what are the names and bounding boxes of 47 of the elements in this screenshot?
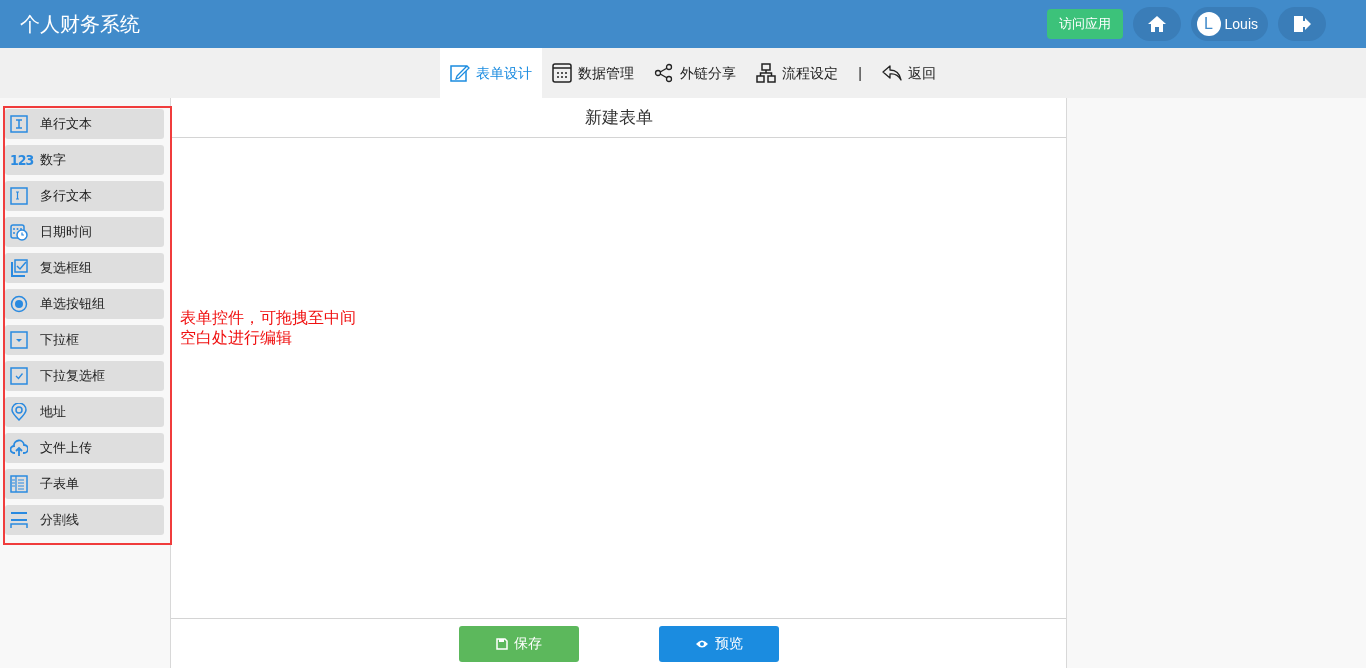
radio-button-icon xyxy=(10,295,28,313)
pencil-form-icon xyxy=(450,63,471,83)
preview-button[interactable]: 预览 xyxy=(659,625,779,662)
form-title: 新建表单 xyxy=(584,106,653,129)
logout-button[interactable] xyxy=(1278,7,1326,41)
control-palette-item[interactable]: 下拉复选框 xyxy=(5,361,164,391)
app-title: 个人财务系统 xyxy=(20,11,140,38)
control-palette-item[interactable]: 单行文本 xyxy=(5,109,164,139)
home-button[interactable] xyxy=(1132,7,1181,41)
control-palette-item[interactable]: 多行文本 xyxy=(5,181,164,211)
checkbox-stack-icon xyxy=(10,259,28,277)
nav-tab[interactable]: 外链分享 xyxy=(644,48,747,98)
control-palette-item[interactable]: 文件上传 xyxy=(5,433,164,463)
back-link[interactable]: 返回 xyxy=(871,48,946,98)
control-palette-item[interactable]: 复选框组 xyxy=(5,253,164,283)
control-palette-item[interactable]: 下拉框 xyxy=(5,325,164,355)
home-icon xyxy=(1146,15,1167,33)
hierarchy-icon xyxy=(756,63,777,83)
control-palette-item[interactable]: 分割线 xyxy=(5,505,164,535)
logout-icon xyxy=(1292,15,1312,33)
user-avatar: L xyxy=(1196,12,1221,36)
calendar-clock-icon xyxy=(10,223,28,241)
text-field-icon xyxy=(10,187,28,205)
nav-tab[interactable]: 表单设计 xyxy=(440,48,543,98)
reply-arrow-icon xyxy=(881,64,902,82)
checked-box-icon xyxy=(10,367,28,385)
nav-tab[interactable]: 数据管理 xyxy=(542,48,645,98)
nav-tab[interactable]: 流程设定 xyxy=(746,48,849,98)
map-pin-icon xyxy=(10,403,28,421)
user-name: Louis xyxy=(1224,14,1258,34)
control-palette-item[interactable]: 123 数字 xyxy=(5,145,164,175)
dropdown-icon xyxy=(10,331,28,349)
eye-icon xyxy=(695,638,709,649)
table-icon xyxy=(10,475,28,493)
nav-separator: | xyxy=(857,63,863,83)
control-palette-item[interactable]: 地址 xyxy=(5,397,164,427)
calculator-icon xyxy=(552,63,573,83)
control-palette-item[interactable]: 子表单 xyxy=(5,469,164,499)
control-palette-item[interactable]: 单选按钮组 xyxy=(5,289,164,319)
divider-lines-icon xyxy=(10,511,28,529)
control-palette-item[interactable]: 日期时间 xyxy=(5,217,164,247)
share-icon xyxy=(654,63,675,83)
text-cursor-icon xyxy=(10,115,28,133)
user-button[interactable]: L Louis xyxy=(1190,7,1268,41)
annotation-text: 表单控件，可拖拽至中间空白处进行编辑 xyxy=(180,308,357,348)
cloud-upload-icon xyxy=(10,439,28,457)
number-icon: 123 xyxy=(10,153,34,167)
